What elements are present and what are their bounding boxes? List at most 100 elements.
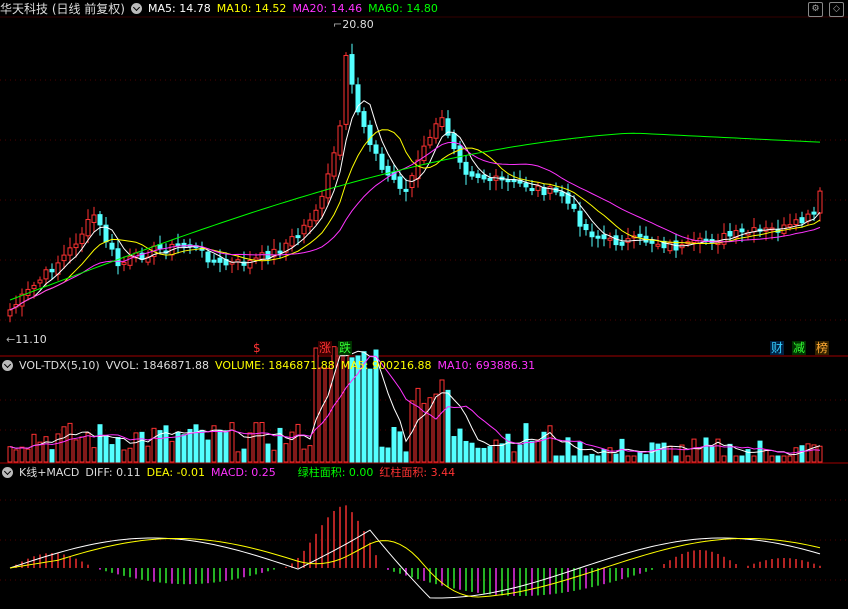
- volume-bar: [121, 449, 127, 463]
- collapse-icon[interactable]: ◇: [829, 2, 844, 17]
- candlestick: [787, 224, 793, 228]
- volume-bar: [73, 439, 79, 463]
- macd-label: MACD: 0.25: [211, 465, 276, 479]
- candlestick: [805, 213, 811, 222]
- settings-icon[interactable]: ⚙: [808, 2, 823, 17]
- candlestick: [337, 125, 343, 156]
- candlestick: [559, 191, 565, 197]
- candlestick: [343, 54, 349, 125]
- ma60-label: MA60: 14.80: [368, 1, 438, 15]
- volume-bar: [55, 433, 61, 463]
- volume-bar: [559, 455, 565, 463]
- candlestick: [589, 231, 595, 238]
- candlestick: [427, 136, 433, 146]
- candlestick: [433, 123, 439, 139]
- volume-bar: [163, 425, 169, 463]
- volume-bar: [457, 428, 463, 463]
- volume-bar: [805, 443, 811, 463]
- candlestick: [469, 171, 475, 177]
- volume-bar: [535, 439, 541, 463]
- volume-bar: [271, 449, 277, 463]
- candlestick: [655, 243, 661, 247]
- volume-bar: [385, 447, 391, 463]
- volume-bar: [295, 423, 301, 463]
- event-finance[interactable]: 财: [770, 341, 785, 355]
- volume-bar: [367, 368, 373, 463]
- volume-bar: [13, 449, 19, 463]
- candlestick: [583, 224, 589, 231]
- candlestick: [457, 145, 463, 163]
- volume-bar: [199, 429, 205, 463]
- candlestick: [505, 179, 511, 183]
- candlestick: [811, 211, 817, 215]
- candlestick: [49, 268, 55, 273]
- candlestick: [367, 124, 373, 146]
- volume-bar: [703, 437, 709, 463]
- volume-bar: [607, 447, 613, 463]
- candlestick: [727, 231, 733, 237]
- ma5-line: [9, 100, 821, 311]
- candlestick: [619, 241, 625, 246]
- volume-bar: [661, 442, 667, 463]
- candlestick: [475, 173, 481, 178]
- candlestick: [547, 186, 553, 194]
- volume-bar: [511, 451, 517, 463]
- volume-bar: [415, 387, 421, 463]
- volume-bar: [631, 455, 637, 463]
- dea-label: DEA: -0.01: [146, 465, 206, 479]
- macd-title[interactable]: K线+MACD: [19, 464, 79, 480]
- candlestick: [91, 214, 97, 223]
- volume-bar: [31, 433, 37, 463]
- candlestick: [31, 284, 37, 290]
- volume-bar: [25, 448, 31, 463]
- event-rank[interactable]: 榜: [815, 341, 830, 355]
- volume-bar: [739, 455, 745, 463]
- vol-title[interactable]: VOL-TDX(5,10): [19, 359, 100, 372]
- volume-bar: [43, 436, 49, 463]
- candlestick: [487, 177, 493, 182]
- candlestick: [637, 233, 643, 238]
- ma5-label: MA5: 14.78: [148, 1, 211, 15]
- volume-bar: [637, 451, 643, 463]
- candlestick: [79, 233, 85, 245]
- candlestick: [721, 232, 727, 245]
- volume-bar: [301, 448, 307, 463]
- event-limit-up[interactable]: 涨: [318, 341, 333, 355]
- volume-bar: [115, 437, 121, 463]
- volume-bar: [151, 427, 157, 463]
- ma20-line: [9, 141, 821, 311]
- volume-bar: [283, 443, 289, 463]
- volume-bar: [427, 397, 433, 463]
- candlestick: [331, 152, 337, 177]
- volume-bar: [433, 393, 439, 463]
- chevron-down-icon[interactable]: [2, 466, 13, 478]
- candlestick: [613, 235, 619, 246]
- event-reduce[interactable]: 减: [792, 341, 807, 355]
- candlestick: [277, 250, 283, 254]
- candlestick: [799, 217, 805, 224]
- volume-bar: [127, 447, 133, 463]
- volume-bar: [775, 455, 781, 463]
- macd-header: K线+MACD DIFF: 0.11 DEA: -0.01 MACD: 0.25…: [2, 464, 455, 480]
- chevron-down-icon[interactable]: [131, 2, 142, 14]
- volume-bar: [307, 445, 313, 463]
- volume-bar: [217, 429, 223, 463]
- candlestick: [319, 195, 325, 209]
- stock-chart-canvas[interactable]: [0, 0, 848, 609]
- chevron-down-icon[interactable]: [2, 359, 13, 371]
- volume-bar: [517, 444, 523, 463]
- volume-bar: [205, 439, 211, 463]
- stock-title[interactable]: 华天科技 (日线 前复权): [0, 0, 125, 17]
- volume-bar: [583, 455, 589, 463]
- volume-bar: [253, 422, 259, 463]
- candlestick: [301, 224, 307, 235]
- event-dividend[interactable]: $: [252, 341, 262, 355]
- vvol-label: VVOL: 1846871.88: [105, 358, 210, 372]
- volume-bar: [589, 453, 595, 463]
- candlestick: [253, 257, 259, 261]
- event-limit-down[interactable]: 跌: [338, 341, 353, 355]
- volume-bar: [259, 421, 265, 463]
- low-price-label: ←11.10: [6, 333, 47, 346]
- candlestick: [115, 248, 121, 267]
- volume-bar: [169, 440, 175, 463]
